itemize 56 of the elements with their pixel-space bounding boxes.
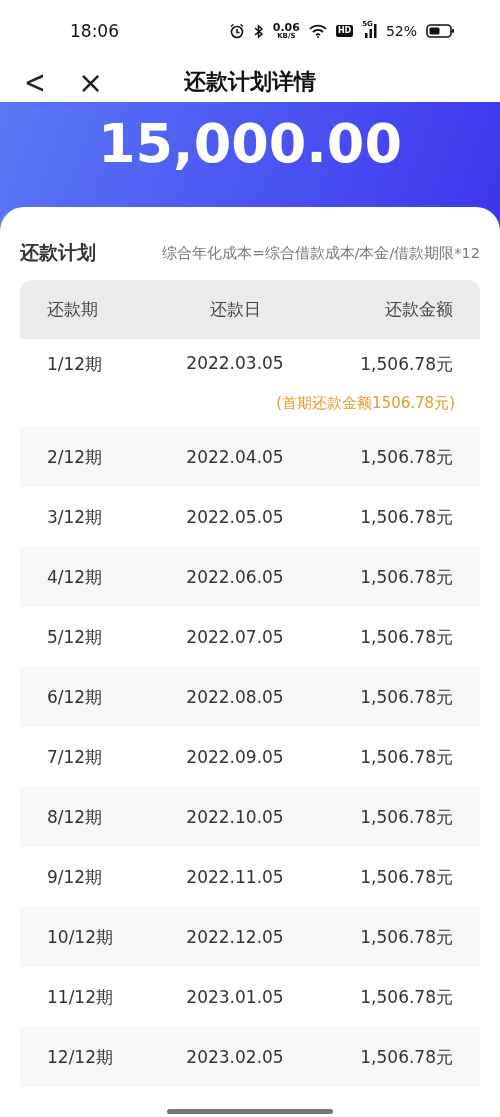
battery-icon xyxy=(426,24,454,38)
date-cell-text: 2022.11.05 xyxy=(185,867,285,887)
date-cell-text: 2022.10.05 xyxy=(185,807,285,827)
date-cell-text: 2022.05.05 xyxy=(185,507,285,527)
date-cell-text: 2022.12.05 xyxy=(185,927,285,947)
amount-cell-text: 1,506.78元 xyxy=(359,745,454,769)
page-title: 还款计划详情 xyxy=(184,68,316,96)
amount-cell-text: 1,506.78元 xyxy=(359,925,454,949)
loan-amount: 15,000.00 xyxy=(97,112,402,175)
period-cell-text: 9/12期 xyxy=(46,865,104,889)
amount-cell-text: 1,506.78元 xyxy=(359,685,454,709)
hd-badge: HD xyxy=(335,25,354,37)
period-cell-text: 4/12期 xyxy=(46,565,104,589)
date-cell-text: 2022.07.05 xyxy=(185,627,285,647)
date-cell-text: 2022.06.05 xyxy=(185,567,285,587)
period-cell-text: 7/12期 xyxy=(46,745,104,769)
period-cell-text: 5/12期 xyxy=(46,625,104,649)
date-cell-text: 2022.08.05 xyxy=(185,687,285,707)
bluetooth-icon xyxy=(253,23,264,39)
period-cell-text: 12/12期 xyxy=(46,1045,114,1069)
date-cell-text: 2022.03.05 xyxy=(185,353,285,373)
amount-cell-text: 1,506.78元 xyxy=(359,625,454,649)
section-title: 还款计划 xyxy=(20,240,96,265)
date-cell-text: 2023.02.05 xyxy=(185,1047,285,1067)
date-cell-text: 2022.04.05 xyxy=(185,447,285,467)
column-header: 还款日 xyxy=(208,298,262,321)
amount-cell-text: 1,506.78元 xyxy=(359,1045,454,1069)
period-cell-text: 6/12期 xyxy=(46,685,104,709)
wifi-icon xyxy=(308,24,327,38)
period-cell-text: 8/12期 xyxy=(46,805,104,829)
amount-cell-text: 1,506.78元 xyxy=(359,805,454,829)
network-speed: 0.06 xyxy=(272,22,300,33)
back-button[interactable]: < xyxy=(20,58,50,106)
column-header: 还款金额 xyxy=(384,298,454,321)
close-button[interactable]: × xyxy=(74,62,108,102)
period-cell-text: 11/12期 xyxy=(46,985,114,1009)
amount-cell-text: 1,506.78元 xyxy=(359,865,454,889)
home-indicator[interactable] xyxy=(167,1109,333,1114)
signal-icon xyxy=(364,24,377,38)
amount-cell-text: 1,506.78元 xyxy=(359,985,454,1009)
clock-time: 18:06 xyxy=(70,21,119,41)
amount-cell-text: 1,506.78元 xyxy=(359,445,454,469)
column-header: 还款期 xyxy=(46,298,99,321)
first-payment-note: (首期还款金额1506.78元) xyxy=(275,394,456,413)
battery-percent: 52% xyxy=(385,23,417,39)
date-cell-text: 2023.01.05 xyxy=(185,987,285,1007)
amount-cell-text: 1,506.78元 xyxy=(359,353,454,376)
date-cell-text: 2022.09.05 xyxy=(185,747,285,767)
amount-cell-text: 1,506.78元 xyxy=(359,565,454,589)
period-cell-text: 1/12期 xyxy=(46,353,104,376)
period-cell-text: 2/12期 xyxy=(46,445,104,469)
amount-cell-text: 1,506.78元 xyxy=(359,505,454,529)
cost-formula: 综合年化成本=综合借款成本/本金/借款期限*12 xyxy=(162,243,480,263)
period-cell-text: 3/12期 xyxy=(46,505,104,529)
period-cell-text: 10/12期 xyxy=(46,925,114,949)
alarm-icon xyxy=(228,23,245,39)
